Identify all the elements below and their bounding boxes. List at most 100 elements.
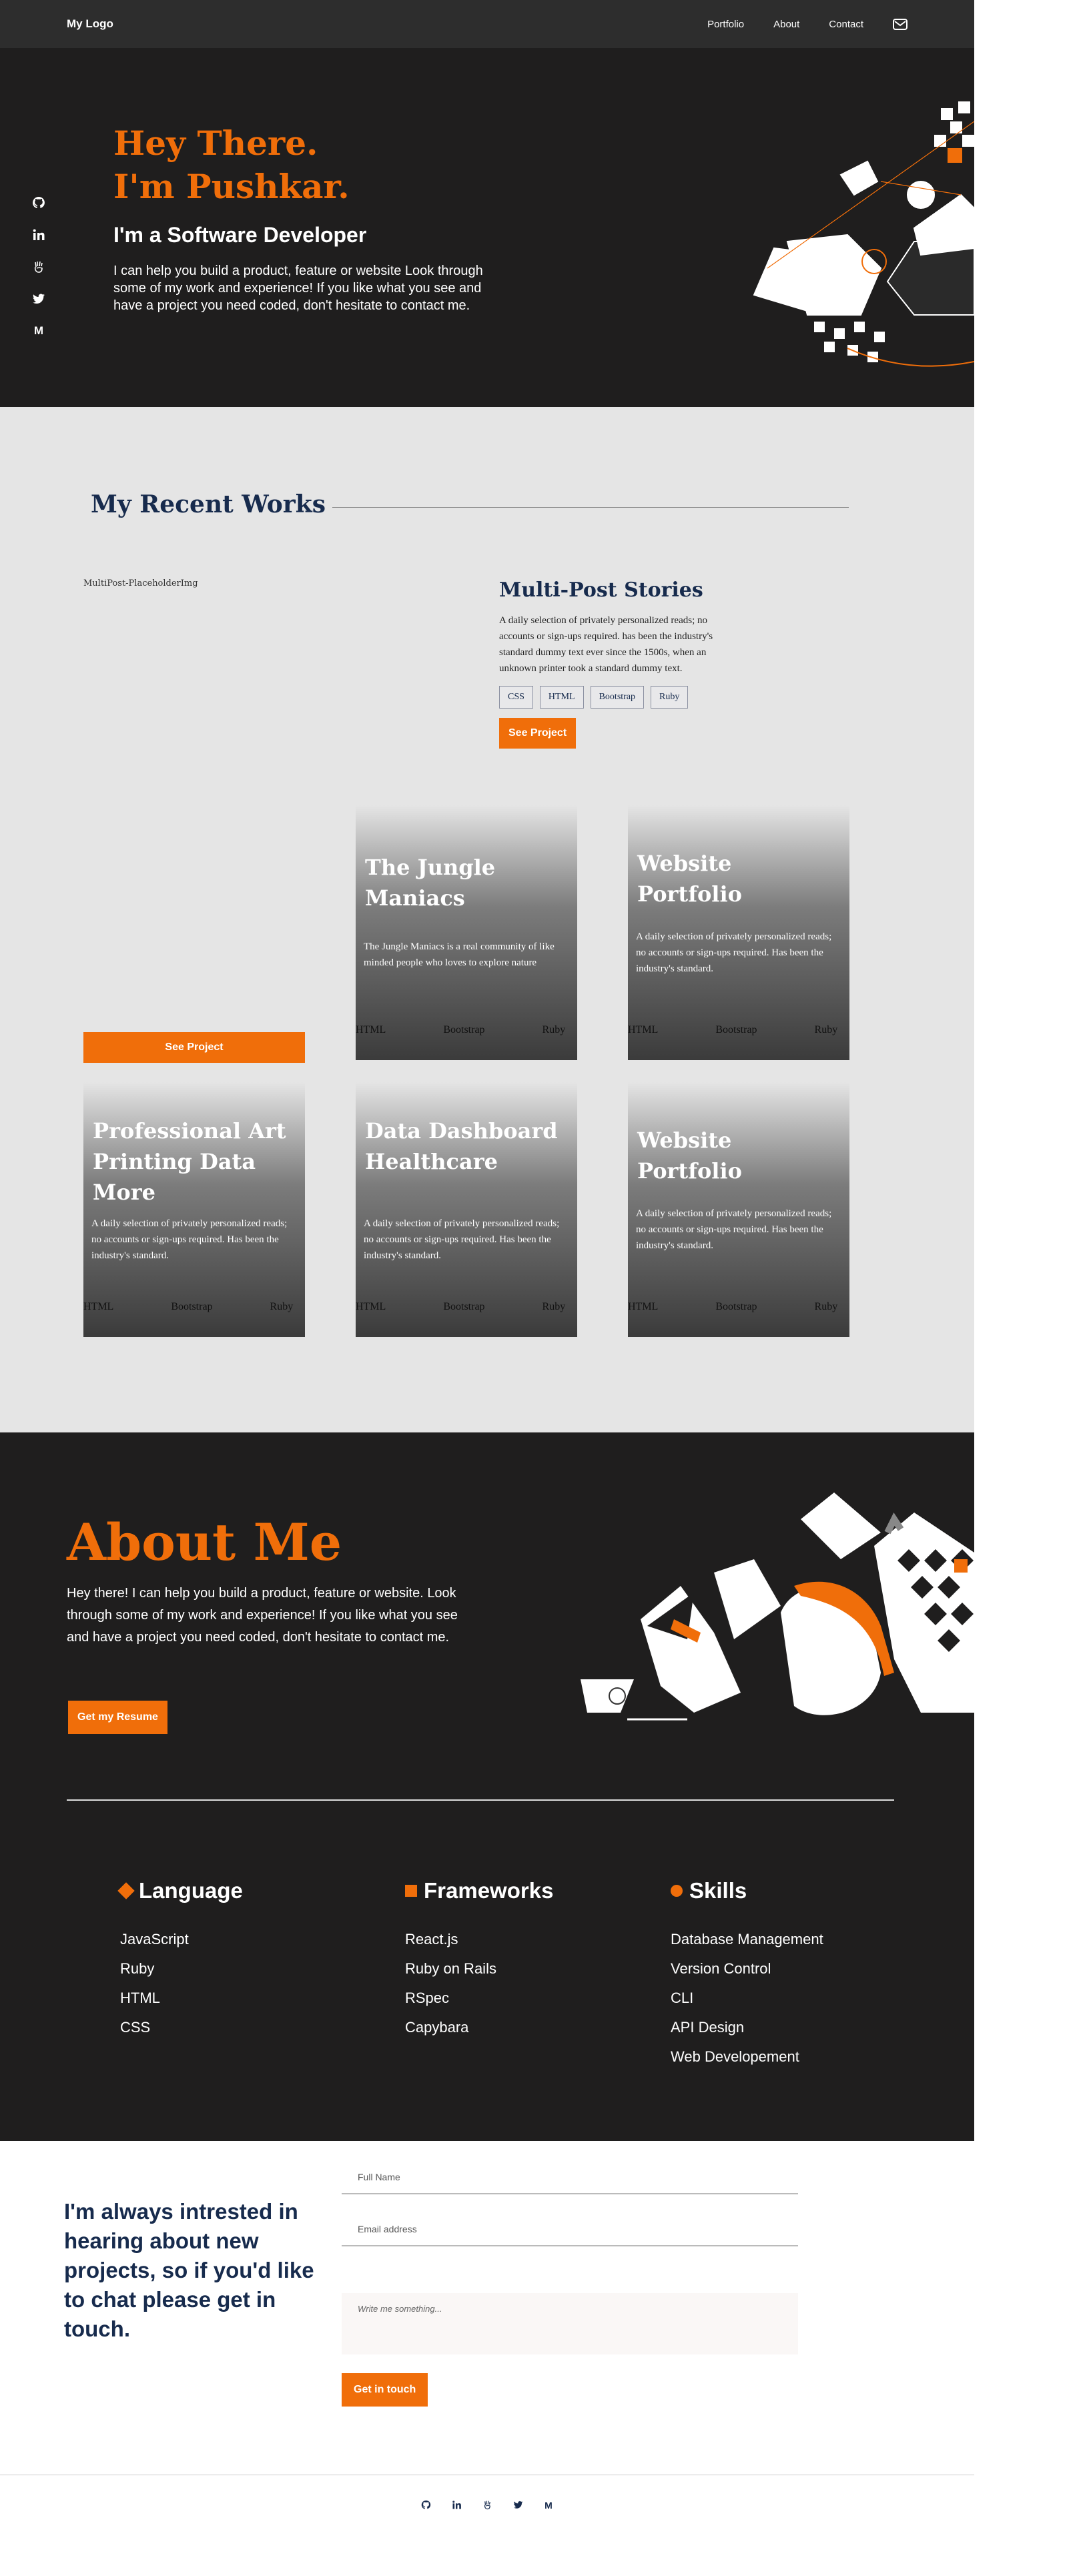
tag: HTML [628,1301,659,1312]
full-name-field[interactable]: Full Name [342,2161,798,2194]
social-links: M [32,193,45,340]
hero-title: Hey There. I'm Pushkar. [113,121,500,208]
nav-links: Portfolio About Contact [707,18,908,30]
project-card-description: A daily selection of privately personali… [636,1208,832,1251]
tag: Bootstrap [171,1301,213,1312]
medium-icon[interactable]: M [32,322,45,340]
featured-project-tags: CSS HTML Bootstrap Ruby [499,686,719,709]
tag: HTML [628,1024,659,1035]
github-icon[interactable] [32,193,45,212]
project-card[interactable]: Website Portfolio A daily selection of p… [628,805,849,1060]
about-divider [67,1799,894,1801]
project-card-description: A daily selection of privately personali… [636,931,832,974]
project-card-title: Data Dashboard Healthcare [365,1118,558,1174]
get-resume-button[interactable]: Get my Resume [68,1701,167,1734]
list-item: Version Control [671,1960,771,1977]
logo[interactable]: My Logo [67,17,113,31]
skills-list: Database Management Version Control CLI … [671,1925,823,2072]
featured-project-image: MultiPost-PlaceholderImg [83,578,198,588]
project-card[interactable]: Professional Art Printing Data More A da… [83,1082,305,1337]
list-item: JavaScript [120,1931,189,1948]
project-card[interactable]: Website Portfolio A daily selection of p… [628,1082,849,1337]
project-card-title: Website Portfolio [637,1128,742,1184]
nav-link-contact[interactable]: Contact [829,19,863,30]
medium-icon[interactable]: M [543,2499,554,2511]
message-textarea[interactable]: Write me something... [342,2293,798,2354]
contact-text: I'm always intrested in hearing about ne… [64,2199,314,2341]
skills-title: Skills [689,1878,747,1903]
language-title: Language [139,1878,243,1903]
tag: HTML [539,686,584,709]
mail-icon[interactable] [893,18,908,30]
works-divider [332,506,849,508]
works-section: My Recent Works MultiPost-PlaceholderImg… [0,407,974,1432]
project-card-title: The Jungle Maniacs [365,855,496,911]
list-item: React.js [405,1931,458,1948]
hero-description: I can help you build a product, feature … [113,264,483,313]
about-title: About Me [67,1513,342,1572]
frameworks-title: Frameworks [424,1878,554,1903]
skills-column: Skills Database Management Version Contr… [671,1878,823,2072]
project-card-tags: HTML Bootstrap Ruby [83,1301,305,1313]
contact-section: I'm always intrested in hearing about ne… [0,2141,974,2475]
list-item: CSS [120,2019,151,2036]
tag: Ruby [814,1301,838,1312]
project-card-tags: HTML Bootstrap Ruby [628,1301,849,1313]
project-card[interactable]: The Jungle Maniacs The Jungle Maniacs is… [356,805,577,1060]
language-list: JavaScript Ruby HTML CSS [120,1925,243,2042]
circle-icon [671,1885,683,1897]
project-grid: See Project The Jungle Maniacs The Jungl… [0,805,974,1352]
email-field[interactable]: Email address [342,2213,798,2246]
tag: Ruby [542,1301,566,1312]
project-card-tags: HTML Bootstrap Ruby [628,1024,849,1036]
project-card-description: A daily selection of privately personali… [364,1218,560,1261]
github-icon[interactable] [420,2499,431,2511]
tag: CSS [499,686,533,709]
featured-project-body: Multi-Post Stories A daily selection of … [499,578,719,779]
nav-link-portfolio[interactable]: Portfolio [707,19,744,30]
language-column: Language JavaScript Ruby HTML CSS [117,1878,243,2042]
project-card-description: The Jungle Maniacs is a real community o… [364,941,555,968]
angellist-icon[interactable] [32,258,45,276]
list-item: CLI [671,1990,694,2006]
twitter-icon[interactable] [32,290,45,308]
project-card-title: Website Portfolio [637,851,742,907]
hero-subtitle: I'm a Software Developer [113,223,367,247]
angellist-icon[interactable] [482,2499,492,2511]
get-in-touch-button[interactable]: Get in touch [342,2373,428,2407]
list-item: Capybara [405,2019,469,2036]
nav-link-about[interactable]: About [773,19,799,30]
skills-heading: Skills [671,1878,823,1903]
tag: HTML [356,1301,386,1312]
see-project-button[interactable]: See Project [83,1032,305,1063]
tag: Ruby [814,1024,838,1035]
project-card-description: A daily selection of privately personali… [91,1218,288,1261]
featured-project-description: A daily selection of privately personali… [499,615,713,674]
list-item: Ruby on Rails [405,1960,496,1977]
list-item: Database Management [671,1931,823,1948]
square-icon [405,1885,417,1897]
featured-project: MultiPost-PlaceholderImg Multi-Post Stor… [83,578,974,779]
hero-section: M Hey There. I'm Pushkar. I'm a Software… [0,48,974,407]
tag: Ruby [651,686,689,709]
tag: Bootstrap [443,1024,485,1035]
tag: HTML [356,1024,386,1035]
twitter-icon[interactable] [512,2499,523,2511]
hero-illustration [753,101,974,367]
top-nav: My Logo Portfolio About Contact [0,0,974,48]
tag: HTML [83,1301,114,1312]
about-illustration [581,1492,974,1721]
see-project-button[interactable]: See Project [499,718,577,749]
linkedin-icon[interactable] [32,226,45,244]
frameworks-heading: Frameworks [405,1878,553,1903]
tag: Bootstrap [443,1301,485,1312]
about-description: Hey there! I can help you build a produc… [67,1586,458,1645]
featured-project-title: Multi-Post Stories [499,578,703,602]
project-card[interactable]: Data Dashboard Healthcare A daily select… [356,1082,577,1337]
diamond-icon [117,1882,135,1899]
project-card-tags: HTML Bootstrap Ruby [356,1301,577,1313]
linkedin-icon[interactable] [451,2499,462,2511]
frameworks-list: React.js Ruby on Rails RSpec Capybara [405,1925,553,2042]
list-item: RSpec [405,1990,450,2006]
language-heading: Language [117,1878,243,1903]
